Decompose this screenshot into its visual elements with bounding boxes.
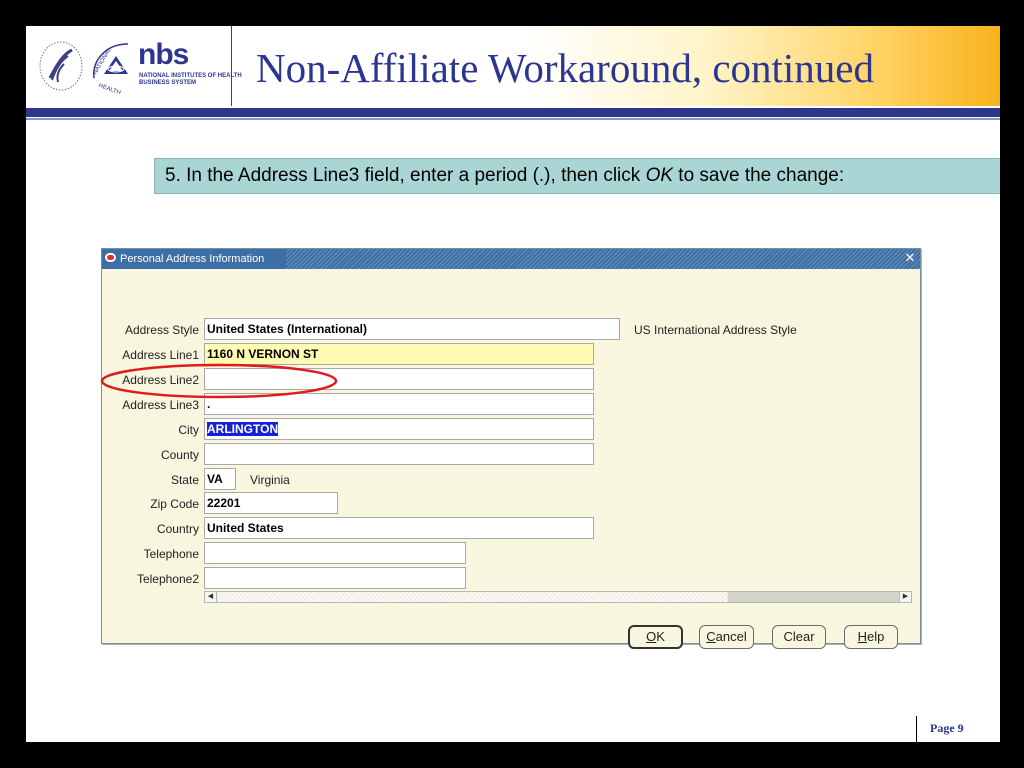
instruction-box: 5. In the Address Line3 field, enter a p… [154, 158, 1000, 194]
instruction-text-end: to save the change: [673, 165, 845, 186]
scroll-track[interactable] [728, 592, 899, 602]
city-label: City [178, 423, 199, 437]
state-field[interactable]: VA [204, 468, 236, 490]
telephone-label: Telephone [143, 547, 199, 561]
nbs-logo: NATIONAL HEALTH nbs NATIONAL INSTITUTES … [26, 26, 242, 106]
nbs-subtitle-1: NATIONAL INSTITUTES OF HEALTH [139, 73, 242, 79]
zip-code-field[interactable]: 22201 [204, 492, 338, 514]
address-style-label: Address Style [124, 323, 199, 337]
slide-title: Non-Affiliate Workaround, continued [256, 45, 875, 91]
ok-mnemonic: O [646, 629, 657, 644]
nbs-subtitle-2: BUSINESS SYSTEM [139, 80, 197, 86]
header-rule-thin [26, 118, 1000, 120]
scroll-left-arrow-icon[interactable]: ◀ [205, 592, 217, 602]
scroll-right-arrow-icon[interactable]: ▶ [899, 592, 911, 602]
close-icon[interactable]: ✕ [903, 250, 917, 266]
instruction-text: 5. In the Address Line3 field, enter a p… [165, 165, 646, 186]
horizontal-scrollbar[interactable]: ◀ ▶ [204, 591, 912, 603]
country-field[interactable]: United States [204, 517, 594, 539]
slide: NATIONAL HEALTH nbs NATIONAL INSTITUTES … [26, 26, 1000, 742]
cancel-button[interactable]: Cancel [699, 625, 754, 649]
ok-button[interactable]: OK [628, 625, 683, 649]
state-label: State [170, 473, 199, 487]
address-style-description: US International Address Style [634, 323, 797, 337]
oracle-icon [105, 253, 116, 262]
county-field[interactable] [204, 443, 594, 465]
telephone2-label: Telephone2 [136, 572, 199, 586]
address-line1-label: Address Line1 [122, 348, 199, 362]
svg-text:HEALTH: HEALTH [98, 83, 122, 94]
hhs-seal-icon [39, 41, 83, 91]
help-mnemonic: H [857, 629, 868, 644]
header-rule [26, 108, 1000, 117]
slide-header: NATIONAL HEALTH nbs NATIONAL INSTITUTES … [26, 26, 1000, 106]
county-label: County [160, 448, 199, 462]
telephone-field[interactable] [204, 542, 466, 564]
nbs-wordmark: nbs [138, 38, 189, 71]
telephone2-field[interactable] [204, 567, 466, 589]
instruction-ok-emphasis: OK [645, 165, 674, 186]
cancel-mnemonic: C [706, 629, 716, 644]
red-ellipse-annotation [100, 363, 338, 399]
nih-seal-icon: NATIONAL HEALTH [93, 43, 129, 94]
scroll-thumb[interactable] [218, 592, 727, 602]
page-number: Page 9 [930, 721, 964, 735]
dialog-titlebar[interactable]: Personal Address Information ✕ [102, 249, 920, 269]
cancel-label-rest: ancel [715, 629, 747, 644]
footer-divider [916, 716, 917, 742]
city-selected-text: ARLINGTON [207, 422, 279, 436]
ok-label-rest: K [656, 629, 665, 644]
help-label-rest: elp [867, 629, 885, 644]
state-description: Virginia [250, 473, 290, 487]
clear-button[interactable]: Clear [772, 625, 826, 649]
dialog-title: Personal Address Information [120, 253, 265, 265]
country-label: Country [156, 522, 199, 536]
personal-address-dialog: Personal Address Information ✕ Address S… [101, 248, 921, 649]
zip-code-label: Zip Code [150, 497, 199, 511]
titlebar-label-area: Personal Address Information [102, 249, 286, 269]
help-button[interactable]: Help [844, 625, 898, 649]
city-field[interactable]: ARLINGTON [204, 418, 594, 440]
address-style-field[interactable]: United States (International) [204, 318, 620, 340]
